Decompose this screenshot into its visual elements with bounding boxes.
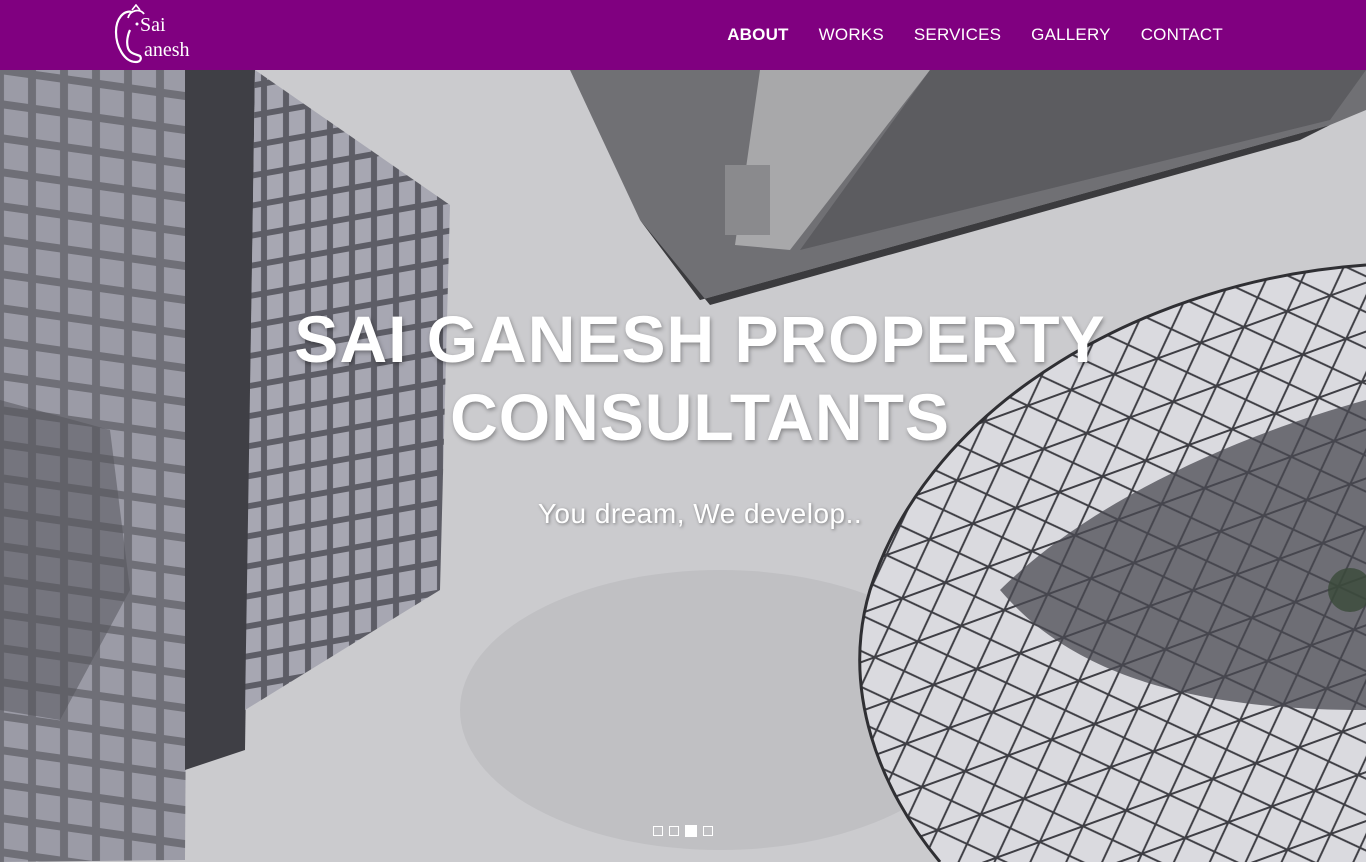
slider-dot-3[interactable] — [685, 825, 697, 837]
slider-dot-2[interactable] — [669, 826, 679, 836]
nav-item-works[interactable]: WORKS — [804, 25, 899, 45]
top-navbar: Sai anesh ABOUT WORKS SERVICES GALLERY C… — [0, 0, 1366, 70]
hero-title-line2: CONSULTANTS — [450, 380, 950, 454]
logo-line1: Sai — [140, 14, 166, 36]
hero-subtitle: You dream, We develop.. — [537, 498, 863, 529]
main-nav: ABOUT WORKS SERVICES GALLERY CONTACT — [712, 0, 1238, 70]
site-logo[interactable]: Sai anesh — [110, 4, 210, 66]
slider-dot-4[interactable] — [703, 826, 713, 836]
nav-item-contact[interactable]: CONTACT — [1126, 25, 1238, 45]
hero-title: SAI GANESH PROPERTY CONSULTANTS — [0, 300, 1366, 456]
nav-item-about[interactable]: ABOUT — [712, 25, 803, 45]
hero-slider: SAI GANESH PROPERTY CONSULTANTS You drea… — [0, 70, 1366, 862]
nav-item-gallery[interactable]: GALLERY — [1016, 25, 1126, 45]
ganesh-logo-icon: Sai anesh — [114, 4, 190, 64]
hero-background-image — [0, 70, 1366, 862]
slider-pagination — [653, 825, 713, 837]
slider-dot-1[interactable] — [653, 826, 663, 836]
nav-item-services[interactable]: SERVICES — [899, 25, 1016, 45]
logo-line2: anesh — [144, 39, 190, 61]
hero-title-line1: SAI GANESH PROPERTY — [294, 302, 1106, 376]
